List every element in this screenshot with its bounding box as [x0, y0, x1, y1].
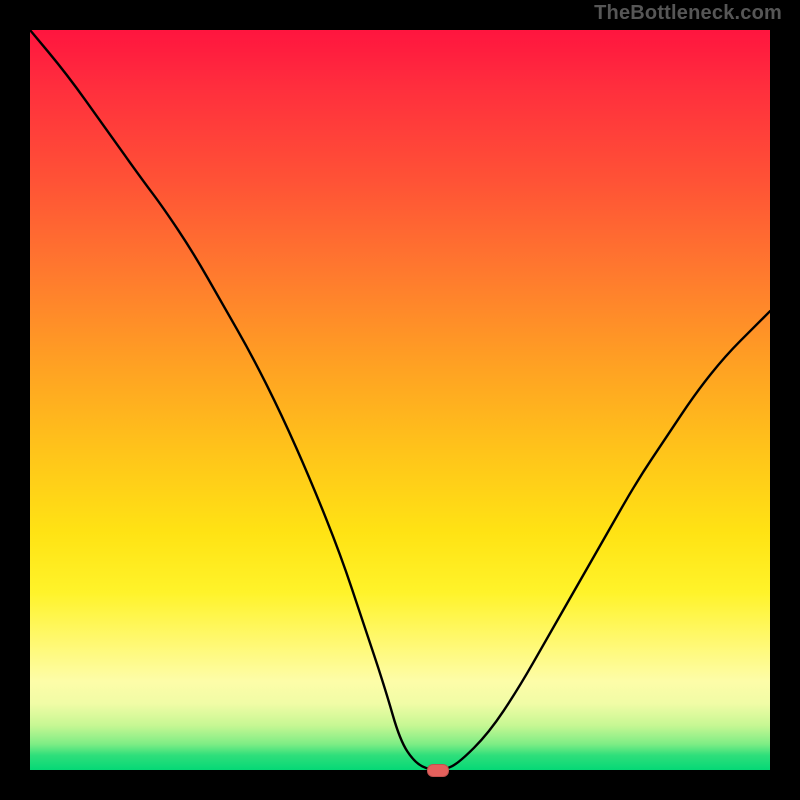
attribution-text: TheBottleneck.com [594, 2, 782, 25]
figure-wrap: TheBottleneck.com [0, 0, 800, 800]
optimum-marker [427, 764, 449, 777]
bottleneck-curve-path [30, 30, 770, 770]
plot-area [30, 30, 770, 770]
curve-svg [30, 30, 770, 770]
